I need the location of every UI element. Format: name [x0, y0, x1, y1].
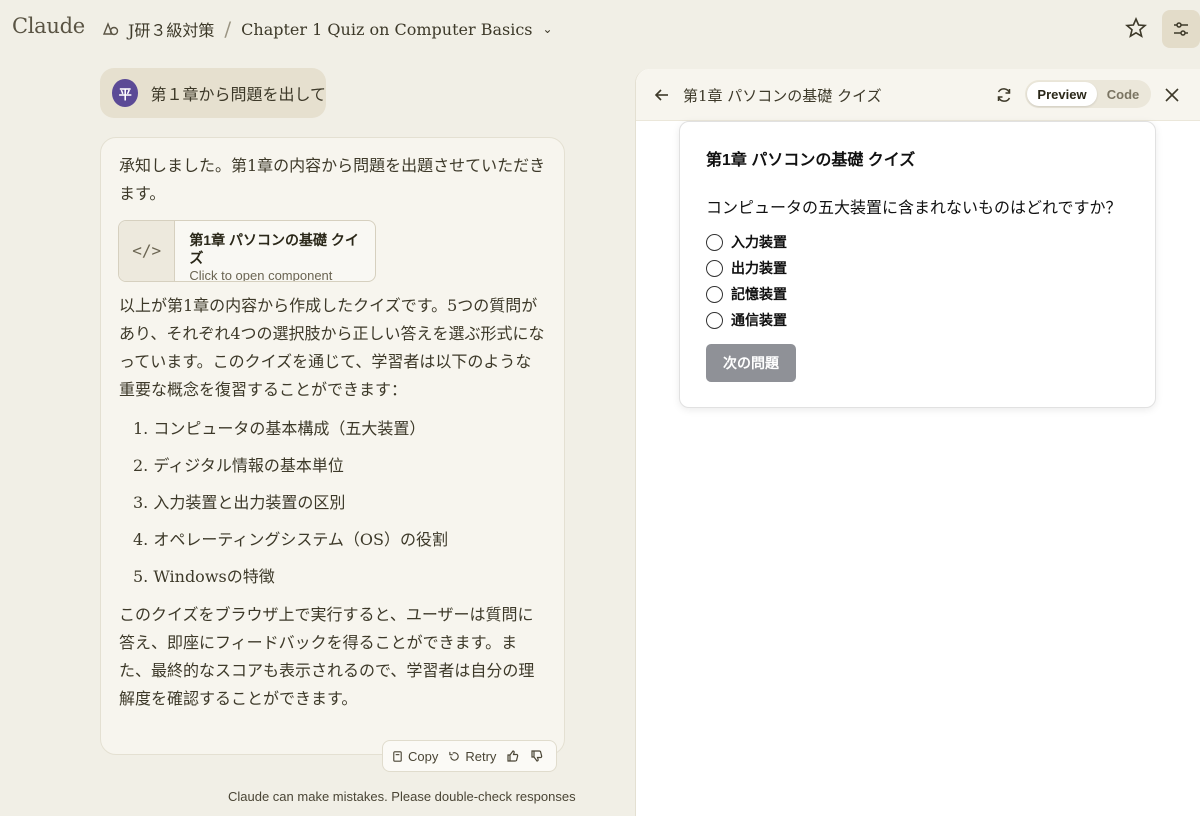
list-item: 3. 入力装置と出力装置の区別: [133, 493, 346, 512]
arrow-left-icon[interactable]: [652, 85, 672, 105]
close-icon[interactable]: [1162, 85, 1182, 105]
message-actions: Copy Retry: [382, 740, 557, 772]
concept-list: 1. コンピュータの基本構成（五大装置） 2. ディジタル情報の基本単位 3. …: [133, 410, 546, 595]
option-label: 入力装置: [731, 234, 787, 250]
list-item: 4. オペレーティングシステム（OS）の役割: [133, 530, 448, 549]
option-label: 通信装置: [731, 312, 787, 328]
assistant-message: 承知しました。第1章の内容から問題を出題させていただきます。 </> 第1章 パ…: [100, 137, 565, 755]
assistant-paragraph-1: 以上が第1章の内容から作成したクイズです。5つの質問があり、それぞれ4つの選択肢…: [119, 296, 545, 399]
project-name[interactable]: J研３級対策: [128, 17, 214, 41]
retry-icon: [449, 751, 460, 761]
disclaimer: Claude can make mistakes. Please double-…: [228, 789, 576, 804]
option-label: 出力装置: [731, 260, 787, 276]
radio-button[interactable]: [706, 285, 723, 303]
panel-header: 第1章 パソコンの基礎 クイズ Preview Code: [636, 69, 1200, 121]
breadcrumb-separator: /: [224, 17, 232, 41]
tab-preview[interactable]: Preview: [1027, 82, 1097, 106]
quiz-option[interactable]: 通信装置: [706, 310, 787, 330]
radio-button[interactable]: [706, 311, 723, 329]
view-toggle: Preview Code: [1025, 80, 1151, 108]
artifact-panel: 第1章 パソコンの基礎 クイズ Preview Code 第1章 パソコンの基礎…: [635, 69, 1200, 816]
quiz-title: 第1章 パソコンの基礎 クイズ: [706, 152, 916, 169]
quiz-option[interactable]: 出力装置: [706, 258, 787, 278]
refresh-icon[interactable]: [994, 85, 1014, 105]
radio-button[interactable]: [706, 259, 723, 277]
radio-button[interactable]: [706, 233, 723, 251]
chevron-down-icon[interactable]: ⌄: [543, 22, 553, 36]
top-bar: Claude J研３級対策 / Chapter 1 Quiz on Comput…: [0, 0, 1200, 60]
quiz-option[interactable]: 入力装置: [706, 232, 787, 252]
retry-button[interactable]: Retry: [448, 749, 496, 764]
panel-title: 第1章 パソコンの基礎 クイズ: [683, 87, 882, 105]
thumbs-down-icon[interactable]: [530, 749, 544, 763]
code-icon: </>: [119, 221, 176, 281]
settings-sliders-icon: [1174, 22, 1188, 36]
chat-title[interactable]: Chapter 1 Quiz on Computer Basics: [241, 20, 532, 39]
claude-logo[interactable]: Claude: [12, 14, 85, 38]
artifact-subtitle: Click to open component: [189, 268, 333, 282]
list-item: 1. コンピュータの基本構成（五大装置）: [133, 419, 426, 438]
settings-button[interactable]: [1162, 10, 1200, 48]
thumbs-up-icon[interactable]: [506, 749, 520, 763]
option-label: 記憶装置: [731, 286, 787, 302]
user-message: 平 第１章から問題を出して: [100, 68, 326, 118]
artifact-card[interactable]: </> 第1章 パソコンの基礎 クイズ Click to open compon…: [118, 220, 376, 282]
user-message-text: 第１章から問題を出して: [150, 87, 326, 104]
quiz-question: コンピュータの五大装置に含まれないものはどれですか？: [706, 200, 1122, 217]
artifact-title: 第1章 パソコンの基礎 クイズ: [189, 232, 359, 266]
copy-button[interactable]: Copy: [391, 749, 438, 764]
next-question-button[interactable]: 次の問題: [706, 344, 796, 382]
project-icon: [102, 22, 119, 36]
retry-label: Retry: [465, 748, 497, 764]
quiz-card: 第1章 パソコンの基礎 クイズ コンピュータの五大装置に含まれないものはどれです…: [679, 121, 1156, 408]
avatar: 平: [112, 79, 139, 107]
assistant-paragraph-2: このクイズをブラウザ上で実行すると、ユーザーは質問に答え、即座にフィードバックを…: [119, 605, 535, 708]
copy-label: Copy: [408, 748, 439, 764]
assistant-intro: 承知しました。第1章の内容から問題を出題させていただきます。: [119, 156, 546, 203]
copy-icon: [393, 750, 402, 762]
list-item: 5. Windowsの特徴: [133, 567, 275, 586]
breadcrumb: J研３級対策 / Chapter 1 Quiz on Computer Basi…: [100, 17, 553, 41]
tab-code[interactable]: Code: [1097, 82, 1149, 106]
quiz-option[interactable]: 記憶装置: [706, 284, 787, 304]
list-item: 2. ディジタル情報の基本単位: [133, 456, 344, 475]
star-icon[interactable]: [1124, 16, 1148, 40]
